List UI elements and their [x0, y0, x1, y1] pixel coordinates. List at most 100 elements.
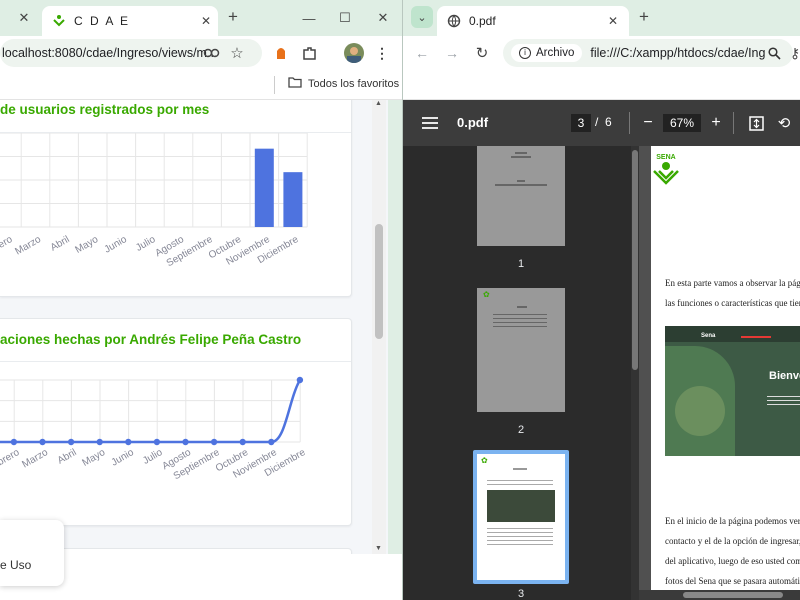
page-total: 6	[605, 115, 612, 129]
doc-scroll-thumb[interactable]	[683, 592, 783, 598]
menu-kebab-icon[interactable]: ⋮	[374, 44, 390, 62]
doc-line-3: En el inicio de la página podemos ver c	[665, 516, 800, 526]
address-bar[interactable]: localhost:8080/cdae/Ingreso/views/m...	[0, 39, 262, 67]
right-toolbar: ← → ↻ i Archivo file:///C:/xampp/htdocs/…	[403, 36, 800, 70]
new-tab-icon[interactable]: +	[635, 7, 653, 26]
all-bookmarks-button[interactable]: Todos los favoritos	[288, 77, 399, 91]
page-number-input[interactable]: 3	[571, 114, 591, 132]
site-info-chip[interactable]: i Archivo	[511, 44, 583, 62]
chart2-title: aciones hechas por Andrés Felipe Peña Ca…	[0, 332, 302, 347]
chart-card-actions: aciones hechas por Andrés Felipe Peña Ca…	[0, 318, 352, 526]
actions-line-chart: EneroFebreroMarzoAbrilMayoJunioJulioAgos…	[0, 376, 308, 482]
pdf-thumbnail-sidebar: 1 ✿ 2 ✿ 3	[403, 146, 639, 600]
key-icon[interactable]: ⚷	[789, 44, 800, 62]
x-tick-label: Mayo	[81, 447, 108, 469]
zoom-out-icon[interactable]: −	[639, 113, 657, 133]
thumbnail-page-2[interactable]: ✿	[477, 288, 565, 412]
red-arrow-icon	[741, 336, 771, 338]
close-tab-icon[interactable]: ✕	[14, 10, 34, 26]
site-label: Archivo	[536, 47, 575, 59]
tab-cdae[interactable]: C D A E ✕	[42, 6, 218, 36]
zoom-input[interactable]: 67%	[663, 114, 701, 132]
thumbnail-label-1: 1	[517, 258, 525, 270]
popup-menu[interactable]: e Uso	[0, 520, 64, 586]
thumbnail-page-3-selected[interactable]: ✿	[473, 450, 569, 584]
extensions-icon[interactable]	[300, 44, 318, 62]
thumbnail-label-2: 2	[517, 424, 525, 436]
page-separator: /	[595, 115, 599, 129]
data-point	[182, 438, 189, 446]
pdf-title: 0.pdf	[457, 115, 489, 130]
x-tick-label: Abril	[56, 447, 79, 467]
page-scrollbar[interactable]: ▲ ▼	[372, 100, 386, 554]
doc-screenshot-image: Sena Bienve	[665, 326, 800, 456]
data-point	[67, 438, 75, 446]
image-brand-text: Sena	[701, 333, 716, 339]
left-browser-window: ✕ C D A E ✕ + — ☐ ✕ localhost:8080/cdae/…	[0, 0, 402, 600]
close-window-icon[interactable]: ✕	[370, 6, 396, 30]
doc-line-5: del aplicativo, luego de eso usted como	[665, 556, 800, 566]
scroll-down-icon[interactable]: ▼	[375, 545, 382, 552]
thumbnail-page-1[interactable]	[477, 146, 565, 246]
data-point	[39, 438, 46, 446]
data-point	[96, 438, 103, 446]
zoom-search-icon[interactable]	[765, 44, 783, 62]
users-bar-chart: EneroFebreroMarzoAbrilMayoJunioJulioAgos…	[0, 133, 308, 269]
x-tick-label: Junio	[110, 447, 137, 469]
info-icon: i	[519, 47, 531, 59]
new-tab-icon[interactable]: +	[224, 7, 242, 26]
data-point	[296, 376, 304, 384]
series-line	[0, 379, 301, 444]
bookmark-star-icon[interactable]: ☆	[228, 44, 246, 62]
x-tick-label: Abril	[49, 234, 72, 254]
bar	[254, 148, 274, 227]
data-point	[125, 438, 132, 446]
close-icon[interactable]: ✕	[605, 13, 621, 29]
sena-logo: SENA	[651, 154, 681, 190]
tab-pdf[interactable]: 0.pdf ✕	[437, 6, 629, 36]
pdf-toolbar: 0.pdf 3 / 6 − 67% + ⟲	[403, 100, 800, 146]
profile-avatar[interactable]	[344, 43, 364, 63]
thumbnail-scrollbar[interactable]	[631, 146, 639, 600]
minimize-icon[interactable]: —	[296, 6, 322, 30]
right-browser-window: ⌄ 0.pdf ✕ + ← → ↻ i Archivo file:///C:/x…	[402, 0, 800, 600]
x-tick-label: Febrero	[0, 447, 22, 474]
back-arrow-icon[interactable]: ←	[413, 44, 431, 62]
close-icon[interactable]: ✕	[198, 13, 214, 29]
url-text: localhost:8080/cdae/Ingreso/views/m...	[2, 46, 218, 60]
password-key-icon[interactable]	[202, 45, 222, 61]
data-point	[268, 438, 275, 446]
sena-logo-icon	[653, 162, 679, 185]
fit-to-page-icon[interactable]	[747, 114, 765, 132]
sena-logo-icon: ✿	[481, 456, 488, 465]
bookmarks-divider	[274, 76, 275, 94]
extension-puzzle-orange-icon[interactable]	[272, 44, 290, 62]
pdf-page: SENA En esta parte vamos a observar la p…	[651, 146, 800, 600]
maximize-icon[interactable]: ☐	[332, 6, 358, 30]
x-tick-label: Mayo	[74, 234, 101, 256]
address-bar[interactable]: i Archivo file:///C:/xampp/htdocs/cdae/I…	[503, 39, 793, 67]
doc-horizontal-scrollbar[interactable]	[639, 590, 800, 600]
rotate-icon[interactable]: ⟲	[775, 114, 793, 132]
tab-search-chevron-icon[interactable]: ⌄	[411, 6, 433, 28]
forward-arrow-icon[interactable]: →	[443, 44, 461, 62]
toolbar-divider	[733, 112, 734, 134]
tab-title: C D A E	[74, 14, 131, 28]
reload-icon[interactable]: ↻	[473, 44, 491, 62]
doc-line-2: las funciones o características que tien	[665, 298, 800, 308]
popup-menu-item[interactable]: e Uso	[0, 558, 31, 572]
image-heading-text: Bienve	[769, 370, 800, 382]
data-point	[10, 438, 18, 446]
zoom-in-icon[interactable]: +	[707, 113, 725, 133]
chart-card-users: de usuarios registrados por mes EneroFeb…	[0, 100, 352, 297]
hamburger-menu-icon[interactable]	[421, 114, 439, 132]
tab-title: 0.pdf	[469, 14, 496, 28]
scroll-thumb[interactable]	[375, 224, 383, 339]
left-tab-strip: ✕ C D A E ✕ + — ☐ ✕	[0, 0, 402, 36]
scroll-up-icon[interactable]: ▲	[375, 100, 382, 107]
all-bookmarks-label: Todos los favoritos	[308, 78, 400, 90]
doc-line-4: contacto y el de la opción de ingresar, …	[665, 536, 800, 546]
thumbnail-label-3: 3	[517, 588, 525, 600]
thumbnail-scroll-thumb[interactable]	[632, 150, 638, 370]
doc-line-1: En esta parte vamos a observar la págin	[665, 278, 800, 288]
